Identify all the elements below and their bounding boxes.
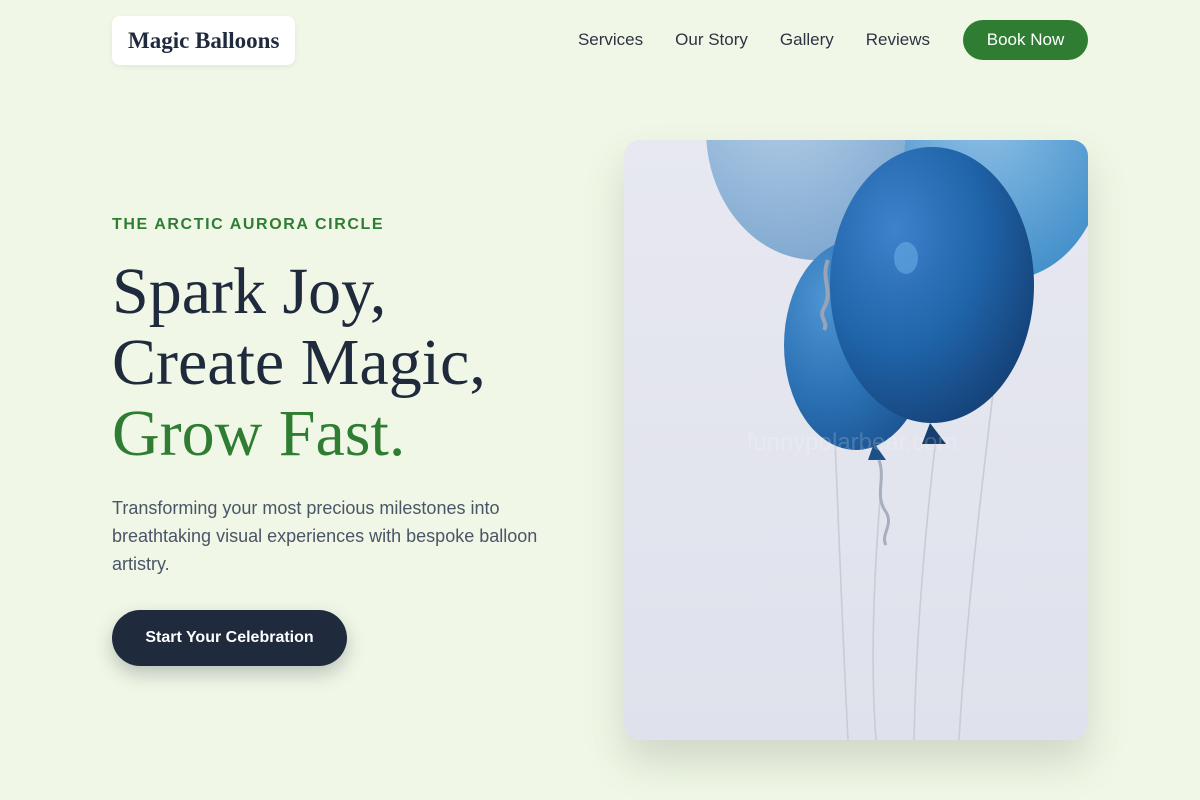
top-nav: Magic Balloons Services Our Story Galler… xyxy=(112,15,1088,65)
nav-link-services[interactable]: Services xyxy=(578,30,643,50)
hero-eyebrow: THE ARCTIC AURORA CIRCLE xyxy=(112,216,385,233)
image-watermark: funnypolarbear.com xyxy=(747,429,958,456)
hero-description: Transforming your most precious mileston… xyxy=(112,498,538,574)
book-now-button[interactable]: Book Now xyxy=(963,20,1088,60)
hero-image-balloons: funnypolarbear.com xyxy=(624,140,1088,740)
headline-line-2: Create Magic, xyxy=(112,326,486,399)
balloons-illustration: funnypolarbear.com xyxy=(706,140,1088,740)
nav-links: Services Our Story Gallery Reviews Book … xyxy=(578,20,1088,60)
start-celebration-button[interactable]: Start Your Celebration xyxy=(112,610,347,666)
nav-link-gallery[interactable]: Gallery xyxy=(780,30,834,50)
headline-line-3: Grow Fast. xyxy=(112,397,406,470)
headline-line-1: Spark Joy, xyxy=(112,255,387,328)
logo[interactable]: Magic Balloons xyxy=(112,15,296,65)
hero-headline: Spark Joy, Create Magic, Grow Fast. xyxy=(112,256,486,469)
nav-link-our-story[interactable]: Our Story xyxy=(675,30,748,50)
nav-link-reviews[interactable]: Reviews xyxy=(866,30,930,50)
